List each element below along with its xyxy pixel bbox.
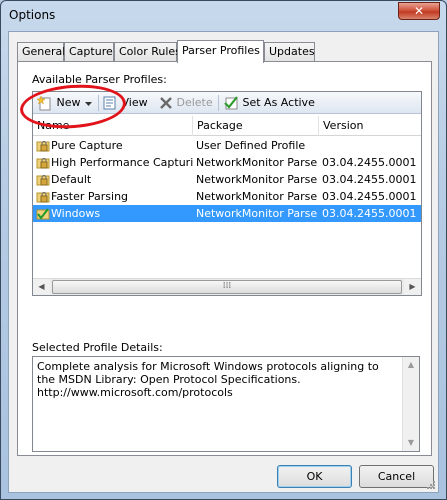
lock-folder-icon: [36, 141, 50, 152]
profile-version: 03.04.2455.0001: [322, 207, 417, 220]
title-bar[interactable]: Options ✕: [1, 1, 446, 31]
selected-profile-details-label: Selected Profile Details:: [32, 341, 163, 354]
scroll-right-icon[interactable]: ▶: [404, 279, 421, 295]
new-label: New: [56, 96, 81, 109]
ok-button[interactable]: OK: [277, 465, 352, 488]
parser-profiles-panel: Available Parser Profiles: New View Dele…: [17, 61, 432, 456]
list-column-headers: Name Package Version: [33, 116, 421, 136]
available-profiles-label: Available Parser Profiles:: [32, 73, 167, 86]
profile-name: High Performance Capturing: [51, 156, 193, 169]
column-header-name[interactable]: Name: [33, 116, 193, 136]
scrollbar-thumb[interactable]: ⁞⁞⁞: [52, 280, 402, 294]
delete-x-icon: [160, 97, 172, 109]
table-row[interactable]: Faster Parsing NetworkMonitor Parsers 03…: [33, 188, 421, 205]
column-header-package[interactable]: Package: [193, 116, 319, 136]
profile-version: 03.04.2455.0001: [322, 156, 417, 169]
tab-general[interactable]: General: [17, 42, 65, 62]
active-check-folder-icon: [36, 208, 50, 220]
profile-name: Default: [51, 173, 92, 186]
tab-updates[interactable]: Updates: [264, 42, 315, 62]
dialog-client-area: General Capture Color Rules Parser Profi…: [8, 31, 439, 493]
chevron-down-icon[interactable]: [84, 99, 93, 108]
delete-button[interactable]: Delete: [159, 94, 213, 112]
close-button[interactable]: ✕: [398, 2, 440, 20]
vertical-scrollbar[interactable]: ▲ ▼: [402, 357, 419, 451]
table-row[interactable]: Default NetworkMonitor Parsers 03.04.245…: [33, 171, 421, 188]
profile-version: 03.04.2455.0001: [322, 190, 417, 203]
profile-version: 03.04.2455.0001: [322, 173, 417, 186]
options-window: Options ✕ General Capture Color Rules Pa…: [0, 0, 447, 500]
profile-package: User Defined Profile: [196, 139, 306, 152]
tab-capture[interactable]: Capture: [64, 42, 114, 62]
horizontal-scrollbar[interactable]: ◀ ⁞⁞⁞ ▶: [33, 278, 421, 295]
profiles-toolbar: New View Delete Set As Active: [33, 92, 421, 114]
profile-name: Windows: [51, 207, 101, 220]
view-button[interactable]: View: [102, 94, 148, 112]
lock-folder-icon: [36, 175, 50, 186]
tab-color-rules[interactable]: Color Rules: [114, 42, 181, 62]
view-label: View: [121, 96, 148, 109]
window-title: Options: [9, 8, 56, 22]
tab-parser-profiles[interactable]: Parser Profiles: [177, 40, 264, 63]
profile-name: Pure Capture: [51, 139, 123, 152]
lock-folder-icon: [36, 158, 50, 169]
profiles-rows: Pure Capture User Defined Profile High P…: [33, 137, 421, 222]
profile-details-box[interactable]: Complete analysis for Microsoft Windows …: [32, 356, 420, 452]
toolbar-separator: [218, 95, 219, 111]
profiles-list: New View Delete Set As Active Name Packa…: [32, 91, 422, 296]
column-header-version[interactable]: Version: [319, 116, 421, 136]
table-row[interactable]: High Performance Capturing NetworkMonito…: [33, 154, 421, 171]
profile-package: NetworkMonitor Parsers: [196, 173, 318, 186]
table-row[interactable]: Pure Capture User Defined Profile: [33, 137, 421, 154]
set-as-active-label: Set As Active: [242, 96, 315, 109]
table-row-selected[interactable]: Windows NetworkMonitor Parsers 03.04.245…: [33, 205, 421, 222]
toolbar-separator: [98, 95, 99, 111]
scroll-down-icon[interactable]: ▼: [403, 435, 419, 451]
profile-package: NetworkMonitor Parsers: [196, 207, 318, 220]
profile-name: Faster Parsing: [51, 190, 129, 203]
new-button[interactable]: New: [37, 94, 93, 112]
view-document-icon: [103, 96, 116, 110]
profile-package: NetworkMonitor Parsers: [196, 156, 318, 169]
delete-label: Delete: [176, 96, 213, 109]
check-mark-icon: [224, 96, 238, 110]
set-as-active-button[interactable]: Set As Active: [223, 94, 315, 112]
profile-details-text: Complete analysis for Microsoft Windows …: [37, 360, 379, 399]
new-star-icon: [37, 95, 51, 111]
cancel-button[interactable]: Cancel: [359, 465, 434, 488]
scroll-up-icon[interactable]: ▲: [403, 357, 419, 373]
scroll-left-icon[interactable]: ◀: [33, 279, 50, 295]
lock-folder-icon: [36, 192, 50, 203]
resize-grip-icon[interactable]: [426, 480, 436, 490]
profile-package: NetworkMonitor Parsers: [196, 190, 318, 203]
